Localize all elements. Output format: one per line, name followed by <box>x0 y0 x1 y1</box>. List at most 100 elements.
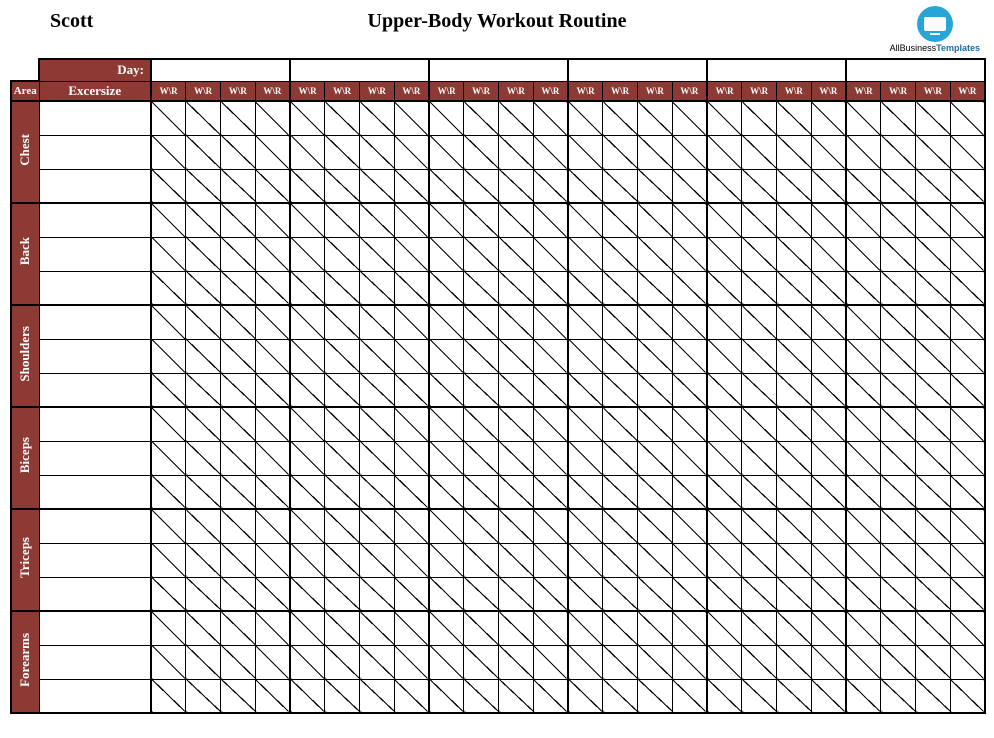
wr-cell[interactable] <box>499 373 534 407</box>
wr-cell[interactable] <box>742 135 777 169</box>
wr-cell[interactable] <box>950 475 985 509</box>
wr-cell[interactable] <box>707 407 742 441</box>
wr-cell[interactable] <box>151 101 186 135</box>
wr-cell[interactable] <box>811 169 846 203</box>
wr-cell[interactable] <box>255 135 290 169</box>
wr-cell[interactable] <box>464 101 499 135</box>
wr-cell[interactable] <box>568 611 603 645</box>
wr-cell[interactable] <box>151 373 186 407</box>
wr-cell[interactable] <box>916 271 951 305</box>
wr-cell[interactable] <box>777 407 812 441</box>
wr-cell[interactable] <box>151 441 186 475</box>
wr-cell[interactable] <box>429 611 464 645</box>
wr-cell[interactable] <box>777 101 812 135</box>
wr-cell[interactable] <box>707 577 742 611</box>
wr-cell[interactable] <box>360 237 395 271</box>
wr-cell[interactable] <box>881 339 916 373</box>
wr-cell[interactable] <box>290 135 325 169</box>
wr-cell[interactable] <box>325 305 360 339</box>
wr-cell[interactable] <box>811 101 846 135</box>
exercise-cell[interactable] <box>39 135 151 169</box>
wr-cell[interactable] <box>186 475 221 509</box>
wr-cell[interactable] <box>638 645 673 679</box>
wr-cell[interactable] <box>742 203 777 237</box>
wr-cell[interactable] <box>916 441 951 475</box>
wr-cell[interactable] <box>533 135 568 169</box>
wr-cell[interactable] <box>707 271 742 305</box>
wr-cell[interactable] <box>360 101 395 135</box>
wr-cell[interactable] <box>325 237 360 271</box>
wr-cell[interactable] <box>881 373 916 407</box>
wr-cell[interactable] <box>533 373 568 407</box>
exercise-cell[interactable] <box>39 441 151 475</box>
wr-cell[interactable] <box>916 373 951 407</box>
exercise-cell[interactable] <box>39 407 151 441</box>
wr-cell[interactable] <box>742 407 777 441</box>
wr-cell[interactable] <box>950 203 985 237</box>
wr-cell[interactable] <box>846 373 881 407</box>
wr-cell[interactable] <box>777 577 812 611</box>
wr-cell[interactable] <box>881 577 916 611</box>
wr-cell[interactable] <box>811 373 846 407</box>
wr-cell[interactable] <box>151 645 186 679</box>
wr-cell[interactable] <box>672 679 707 713</box>
wr-cell[interactable] <box>360 407 395 441</box>
wr-cell[interactable] <box>777 305 812 339</box>
wr-cell[interactable] <box>290 679 325 713</box>
wr-cell[interactable] <box>186 373 221 407</box>
wr-cell[interactable] <box>360 441 395 475</box>
wr-cell[interactable] <box>568 407 603 441</box>
wr-cell[interactable] <box>568 339 603 373</box>
wr-cell[interactable] <box>672 135 707 169</box>
wr-cell[interactable] <box>255 577 290 611</box>
wr-cell[interactable] <box>881 407 916 441</box>
wr-cell[interactable] <box>325 203 360 237</box>
wr-cell[interactable] <box>186 679 221 713</box>
wr-cell[interactable] <box>638 237 673 271</box>
wr-cell[interactable] <box>742 679 777 713</box>
wr-cell[interactable] <box>603 407 638 441</box>
wr-cell[interactable] <box>742 441 777 475</box>
wr-cell[interactable] <box>638 407 673 441</box>
wr-cell[interactable] <box>638 543 673 577</box>
wr-cell[interactable] <box>950 237 985 271</box>
wr-cell[interactable] <box>603 101 638 135</box>
wr-cell[interactable] <box>950 509 985 543</box>
wr-cell[interactable] <box>638 271 673 305</box>
wr-cell[interactable] <box>533 407 568 441</box>
wr-cell[interactable] <box>499 475 534 509</box>
wr-cell[interactable] <box>151 475 186 509</box>
wr-cell[interactable] <box>811 237 846 271</box>
wr-cell[interactable] <box>255 101 290 135</box>
wr-cell[interactable] <box>186 203 221 237</box>
wr-cell[interactable] <box>221 135 256 169</box>
wr-cell[interactable] <box>846 679 881 713</box>
wr-cell[interactable] <box>916 611 951 645</box>
wr-cell[interactable] <box>881 305 916 339</box>
exercise-cell[interactable] <box>39 611 151 645</box>
wr-cell[interactable] <box>638 611 673 645</box>
wr-cell[interactable] <box>568 509 603 543</box>
wr-cell[interactable] <box>533 169 568 203</box>
wr-cell[interactable] <box>916 305 951 339</box>
wr-cell[interactable] <box>464 169 499 203</box>
wr-cell[interactable] <box>846 577 881 611</box>
wr-cell[interactable] <box>221 645 256 679</box>
exercise-cell[interactable] <box>39 679 151 713</box>
wr-cell[interactable] <box>811 203 846 237</box>
wr-cell[interactable] <box>360 135 395 169</box>
wr-cell[interactable] <box>603 339 638 373</box>
wr-cell[interactable] <box>846 611 881 645</box>
wr-cell[interactable] <box>672 509 707 543</box>
wr-cell[interactable] <box>499 101 534 135</box>
wr-cell[interactable] <box>290 577 325 611</box>
wr-cell[interactable] <box>742 577 777 611</box>
wr-cell[interactable] <box>846 543 881 577</box>
wr-cell[interactable] <box>777 237 812 271</box>
wr-cell[interactable] <box>360 679 395 713</box>
wr-cell[interactable] <box>221 441 256 475</box>
wr-cell[interactable] <box>186 169 221 203</box>
wr-cell[interactable] <box>290 271 325 305</box>
wr-cell[interactable] <box>707 543 742 577</box>
wr-cell[interactable] <box>360 645 395 679</box>
